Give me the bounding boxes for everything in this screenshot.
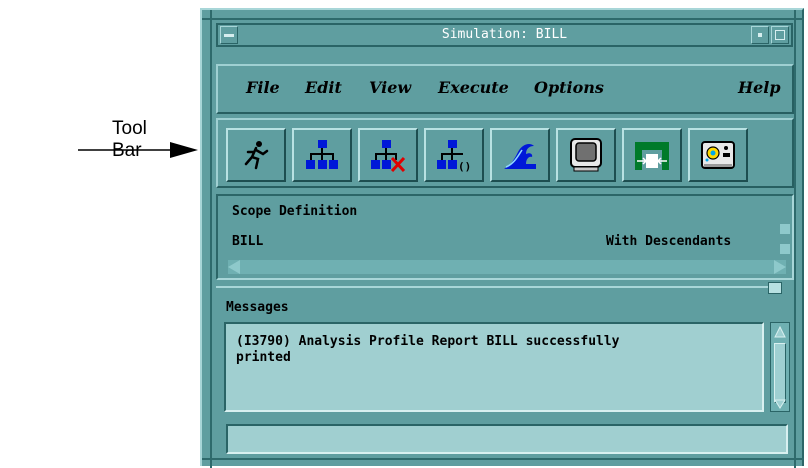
monitor-icon [570,138,602,172]
scroll-up-icon[interactable] [774,326,786,338]
frame-right-line [794,10,796,468]
scope-mode[interactable]: With Descendants [606,234,731,249]
frame-top-line [202,18,804,20]
simulation-window: Simulation: BILL File Edit View Execute … [200,8,804,468]
connector-button[interactable] [622,128,682,182]
status-bar [226,424,788,454]
menu-options[interactable]: Options [534,78,604,97]
wave-button[interactable] [490,128,550,182]
messages-heading: Messages [226,300,289,315]
menu-execute[interactable]: Execute [438,78,509,97]
menu-view[interactable]: View [369,78,411,97]
pane-sash-handle[interactable] [768,282,782,294]
title-bar[interactable]: Simulation: BILL [216,23,793,47]
annotation-arrow-icon [78,142,198,158]
frame-bottom-line [202,458,804,460]
messages-vertical-scrollbar[interactable] [770,322,790,412]
monitor-button[interactable] [556,128,616,182]
menu-file[interactable]: File [246,78,280,97]
window-title: Simulation: BILL [441,27,568,42]
hierarchy-params-button[interactable]: () [424,128,484,182]
connector-icon [635,142,669,170]
messages-scroll-thumb[interactable] [774,343,786,403]
minimize-icon [758,33,762,37]
scope-scroll-down[interactable] [780,244,790,254]
pane-divider [216,286,768,288]
scope-heading: Scope Definition [232,204,358,219]
hierarchy-delete-button[interactable] [358,128,418,182]
hierarchy-icon [306,140,338,169]
hierarchy-button[interactable] [292,128,352,182]
minimize-button[interactable] [751,26,769,44]
scope-name[interactable]: BILL [232,234,263,249]
scope-definition-panel: Scope Definition BILL With Descendants [216,194,794,280]
tool-bar: () [216,118,794,188]
maximize-button[interactable] [771,26,789,44]
wave-icon [504,144,536,169]
hierarchy-delete-icon [371,140,406,172]
annotation-line-1: Tool [112,118,147,139]
control-panel-icon [701,141,735,169]
scroll-left-icon[interactable] [228,260,240,274]
messages-area[interactable]: (I3790) Analysis Profile Report BILL suc… [224,322,764,412]
run-button[interactable] [226,128,286,182]
message-text: (I3790) Analysis Profile Report BILL suc… [236,334,620,365]
hierarchy-params-icon: () [437,140,471,172]
scroll-down-icon[interactable] [774,399,786,409]
menu-help[interactable]: Help [738,78,781,97]
scope-horizontal-scrollbar[interactable] [228,260,786,274]
control-panel-button[interactable] [688,128,748,182]
scroll-right-icon[interactable] [774,260,786,274]
run-icon [244,141,269,170]
menu-bar: File Edit View Execute Options Help [216,64,794,114]
frame-left-line [210,10,212,468]
svg-text:(): () [458,160,471,172]
scope-scroll-up[interactable] [780,224,790,234]
maximize-icon [775,30,785,40]
menu-edit[interactable]: Edit [305,78,342,97]
